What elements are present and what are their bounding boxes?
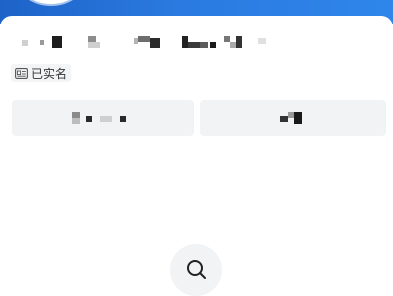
profile-card	[0, 16, 393, 267]
id-card-icon	[15, 67, 28, 79]
action-button-right-label-redacted	[280, 112, 306, 124]
verified-badge: 已实名	[11, 64, 72, 82]
search-button[interactable]	[170, 244, 222, 296]
action-button-left-label-redacted	[72, 112, 134, 124]
action-button-right[interactable]	[200, 100, 386, 136]
account-name-redacted	[20, 34, 280, 52]
search-icon	[185, 244, 207, 285]
action-button-left[interactable]	[12, 100, 194, 136]
verified-label: 已实名	[31, 66, 68, 81]
